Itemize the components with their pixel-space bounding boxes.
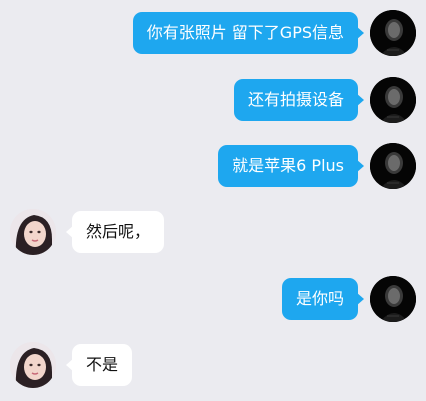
girl-portrait-icon: [10, 342, 56, 388]
dark-portrait-icon: [370, 143, 416, 189]
outgoing-message-bubble[interactable]: 是你吗: [281, 278, 365, 320]
incoming-message-bubble[interactable]: 然后呢，: [65, 211, 165, 253]
contact-avatar-dark[interactable]: [370, 276, 416, 322]
dark-portrait-icon: [370, 10, 416, 56]
message-row: 你有张照片 留下了GPS信息: [0, 10, 426, 56]
message-row: 然后呢，: [0, 209, 426, 255]
contact-avatar-dark[interactable]: [370, 10, 416, 56]
message-row: 就是苹果6 Plus: [0, 143, 426, 189]
incoming-message-bubble[interactable]: 不是: [65, 344, 133, 386]
outgoing-message-bubble[interactable]: 就是苹果6 Plus: [218, 145, 364, 187]
outgoing-message-bubble[interactable]: 还有拍摄设备: [233, 79, 365, 121]
contact-avatar-dark[interactable]: [370, 77, 416, 123]
message-row: 还有拍摄设备: [0, 77, 426, 123]
chat-conversation: 你有张照片 留下了GPS信息 还有拍摄设备 就是苹果6 Plus 然后呢， 是你…: [0, 0, 426, 401]
contact-avatar-girl[interactable]: [10, 342, 56, 388]
dark-portrait-icon: [370, 276, 416, 322]
contact-avatar-girl[interactable]: [10, 209, 56, 255]
dark-portrait-icon: [370, 77, 416, 123]
girl-portrait-icon: [10, 209, 56, 255]
message-row: 不是: [0, 342, 426, 388]
message-row: 是你吗: [0, 276, 426, 322]
outgoing-message-bubble[interactable]: 你有张照片 留下了GPS信息: [132, 12, 365, 54]
contact-avatar-dark[interactable]: [370, 143, 416, 189]
